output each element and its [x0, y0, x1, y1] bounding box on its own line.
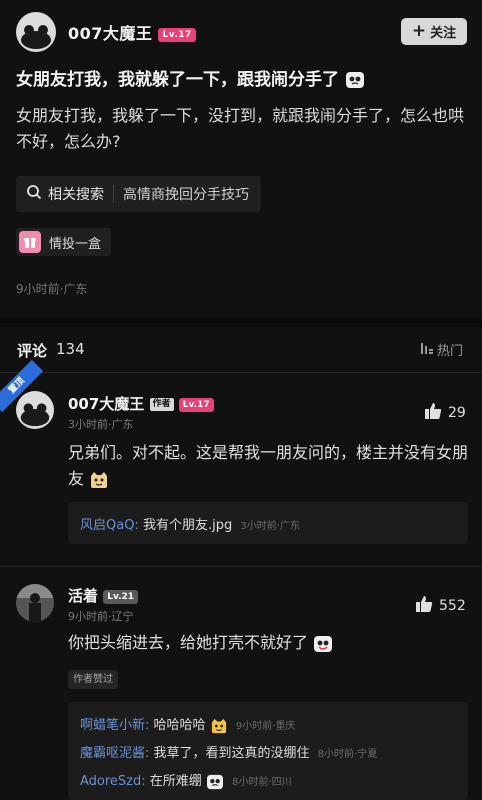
- section-divider: [0, 318, 482, 327]
- comment-text: 你把头缩进去，给她打壳不就好了: [68, 630, 468, 656]
- like-count: 552: [439, 598, 466, 614]
- comment-author-name[interactable]: 活着 Lv.21: [68, 585, 139, 606]
- tear-emoji-icon: [206, 774, 224, 790]
- comment-author-text: 活着: [68, 587, 99, 605]
- post-meta: 9小时前·广东: [16, 282, 88, 296]
- related-search-label: 相关搜索: [48, 187, 104, 203]
- tear-emoji-icon: [345, 71, 365, 89]
- comments-label: 评论: [17, 342, 48, 360]
- reply-item[interactable]: AdoreSzd: 在所难绷 8小时前·四川: [80, 770, 292, 790]
- comment-meta: 9小时前·辽宁: [68, 610, 134, 623]
- comment-meta: 3小时前·广东: [68, 418, 134, 431]
- reply-box[interactable]: 啊蜡笔小新: 哈哈哈哈 9小时前·重庆 魔霸呕泥酱: 我草了，看到这真的没绷住 …: [68, 702, 468, 800]
- author-liked-tag: 作者赞过: [68, 670, 118, 689]
- comments-header-divider: [0, 372, 482, 373]
- author-name[interactable]: 007大魔王 Lv.17: [68, 20, 196, 44]
- plus-icon: +: [411, 21, 427, 41]
- like-count: 29: [448, 405, 466, 421]
- level-badge: Lv.21: [103, 589, 139, 604]
- level-badge: Lv.17: [158, 27, 196, 42]
- reply-user[interactable]: AdoreSzd:: [80, 774, 146, 789]
- post-body: 女朋友打我，我躲了一下，没打到，就跟我闹分手了，怎么也哄不好，怎么办?: [16, 106, 465, 151]
- level-badge: Lv.17: [178, 397, 214, 412]
- author-avatar[interactable]: [16, 12, 56, 52]
- reply-text: 哈哈哈哈: [153, 718, 206, 733]
- follow-button[interactable]: + 关注: [401, 18, 467, 45]
- thumbs-up-icon: [424, 402, 442, 424]
- search-icon: [26, 184, 42, 204]
- cat-emoji-icon: [89, 471, 109, 489]
- reply-item[interactable]: 魔霸呕泥酱: 我草了，看到这真的没绷住 8小时前·宁夏: [80, 742, 377, 761]
- comment-text-content: 你把头缩进去，给她打壳不就好了: [68, 633, 309, 652]
- comment-divider: [0, 566, 482, 567]
- reply-item[interactable]: 风启QaQ: 我有个朋友.jpg 3小时前·广东: [80, 514, 300, 533]
- like-button[interactable]: 29: [424, 402, 466, 424]
- reply-box[interactable]: 风启QaQ: 我有个朋友.jpg 3小时前·广东: [68, 502, 468, 544]
- author-name-text: 007大魔王: [68, 24, 153, 43]
- gift-icon: [19, 231, 41, 253]
- chip-separator: [113, 185, 114, 203]
- post-title-text: 女朋友打我，我就躲了一下，跟我闹分手了: [16, 70, 339, 90]
- comment-avatar[interactable]: [16, 584, 54, 622]
- reply-time: 8小时前·宁夏: [317, 749, 378, 760]
- reply-text: 在所难绷: [149, 774, 202, 789]
- comment-text: 兄弟们。对不起。这是帮我一朋友问的，楼主并没有女朋友: [68, 440, 468, 492]
- like-button[interactable]: 552: [415, 595, 466, 617]
- gift-label: 情投一盒: [49, 236, 102, 252]
- author-tag: 作者: [149, 398, 174, 411]
- comment-avatar[interactable]: [16, 391, 54, 429]
- comment-text-content: 兄弟们。对不起。这是帮我一朋友问的，楼主并没有女朋友: [68, 443, 469, 488]
- follow-label: 关注: [430, 26, 457, 41]
- reply-user[interactable]: 啊蜡笔小新:: [80, 718, 149, 733]
- reply-user[interactable]: 魔霸呕泥酱:: [80, 746, 149, 761]
- post-title: 女朋友打我，我就躲了一下，跟我闹分手了: [16, 68, 472, 92]
- reply-time: 8小时前·四川: [232, 777, 292, 788]
- reply-user[interactable]: 风启QaQ:: [80, 518, 139, 533]
- reply-time: 3小时前·广东: [240, 521, 300, 532]
- reply-text: 我草了，看到这真的没绷住: [153, 746, 310, 761]
- reply-text: 我有个朋友.jpg: [142, 518, 233, 533]
- tear-emoji-icon: [313, 635, 333, 653]
- sort-label: 热门: [437, 344, 464, 359]
- sort-button[interactable]: 热门: [420, 340, 463, 359]
- reply-item[interactable]: 啊蜡笔小新: 哈哈哈哈 9小时前·重庆: [80, 714, 295, 734]
- related-search-chip[interactable]: 相关搜索 高情商挽回分手技巧: [16, 176, 261, 212]
- comments-count: 134: [56, 340, 85, 358]
- cat-emoji-icon: [210, 718, 228, 734]
- comment-author-text: 007大魔王: [68, 395, 145, 413]
- gift-chip[interactable]: 情投一盒: [16, 228, 112, 256]
- reply-time: 9小时前·重庆: [235, 721, 296, 732]
- sort-icon: [420, 341, 434, 359]
- related-search-suggestion[interactable]: 高情商挽回分手技巧: [123, 184, 249, 204]
- comment-author-name[interactable]: 007大魔王 作者 Lv.17: [68, 393, 214, 414]
- thumbs-up-icon: [415, 595, 433, 617]
